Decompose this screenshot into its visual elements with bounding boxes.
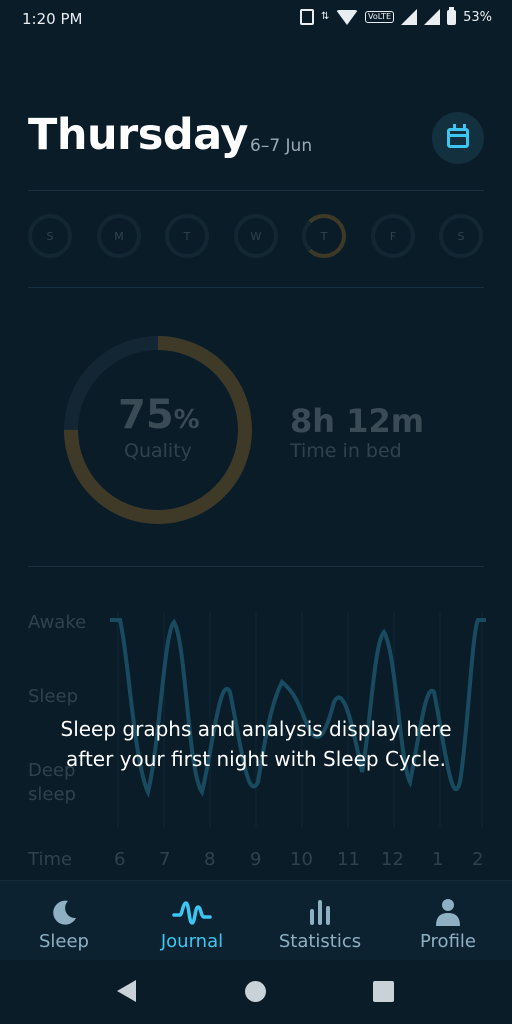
hour-tick: 1 bbox=[432, 849, 444, 870]
status-bar: 1:20 PM ⇅ VoLTE 53% bbox=[0, 0, 512, 40]
home-icon[interactable] bbox=[245, 981, 266, 1002]
status-icons: ⇅ VoLTE 53% bbox=[300, 6, 492, 25]
hour-tick: 11 bbox=[337, 849, 360, 870]
week-day-mon[interactable]: M bbox=[97, 214, 141, 258]
nav-statistics[interactable]: Statistics bbox=[256, 881, 384, 961]
moon-icon bbox=[53, 900, 76, 925]
nav-sleep[interactable]: Sleep bbox=[0, 881, 128, 961]
week-day-sun[interactable]: S bbox=[28, 214, 72, 258]
week-day-thu[interactable]: T bbox=[302, 214, 346, 258]
calendar-button[interactable] bbox=[432, 112, 484, 164]
divider bbox=[28, 566, 484, 567]
hour-tick: 9 bbox=[250, 849, 262, 870]
hour-tick: 8 bbox=[204, 849, 216, 870]
time-axis-label: Time bbox=[28, 849, 73, 870]
quality-value: 75% bbox=[118, 392, 200, 438]
nav-journal[interactable]: Journal bbox=[128, 881, 256, 961]
week-selector: S M T W T F S bbox=[28, 214, 484, 264]
battery-percent: 53% bbox=[463, 9, 492, 25]
time-in-bed-label: Time in bed bbox=[290, 440, 402, 462]
status-time: 1:20 PM bbox=[22, 10, 83, 28]
volte-icon: VoLTE bbox=[365, 11, 395, 23]
calendar-icon bbox=[447, 124, 469, 148]
week-day-wed[interactable]: W bbox=[234, 214, 278, 258]
graph-label-sleep-2: sleep bbox=[28, 784, 76, 805]
back-icon[interactable] bbox=[117, 980, 136, 1002]
bottom-nav: Sleep Journal Statistics Profile bbox=[0, 880, 512, 960]
bar-chart-icon bbox=[310, 900, 330, 925]
date-range: 6–7 Jun bbox=[250, 136, 313, 156]
divider bbox=[28, 287, 484, 288]
week-day-sat[interactable]: S bbox=[439, 214, 483, 258]
divider bbox=[28, 190, 484, 191]
graph-label-awake: Awake bbox=[28, 612, 87, 633]
hour-tick: 2 bbox=[472, 849, 484, 870]
nav-label: Statistics bbox=[278, 931, 362, 952]
sleep-wave-icon bbox=[172, 901, 212, 925]
person-icon bbox=[436, 899, 460, 926]
wifi-icon bbox=[336, 9, 359, 25]
week-day-tue[interactable]: T bbox=[165, 214, 209, 258]
signal-icon-2 bbox=[424, 9, 441, 25]
data-arrows-icon: ⇅ bbox=[321, 11, 330, 22]
nav-label: Sleep bbox=[38, 931, 89, 952]
system-nav-bar bbox=[0, 960, 512, 1024]
nav-profile[interactable]: Profile bbox=[384, 881, 512, 961]
nav-label: Profile bbox=[420, 931, 476, 952]
week-day-fri[interactable]: F bbox=[371, 214, 415, 258]
battery-icon bbox=[447, 6, 457, 25]
page-title: Thursday bbox=[28, 110, 248, 160]
hour-tick: 12 bbox=[381, 849, 404, 870]
signal-icon bbox=[401, 9, 418, 25]
hour-tick: 10 bbox=[290, 849, 313, 870]
hour-tick: 7 bbox=[159, 849, 171, 870]
vibrate-icon bbox=[300, 9, 315, 25]
empty-state-message: Sleep graphs and analysis display here a… bbox=[60, 717, 452, 771]
recent-apps-icon[interactable] bbox=[373, 981, 394, 1002]
hour-tick: 6 bbox=[114, 849, 126, 870]
quality-label: Quality bbox=[124, 440, 192, 462]
nav-label: Journal bbox=[160, 931, 224, 952]
graph-label-sleep: Sleep bbox=[28, 686, 79, 707]
time-in-bed-value: 8h 12m bbox=[290, 402, 425, 440]
